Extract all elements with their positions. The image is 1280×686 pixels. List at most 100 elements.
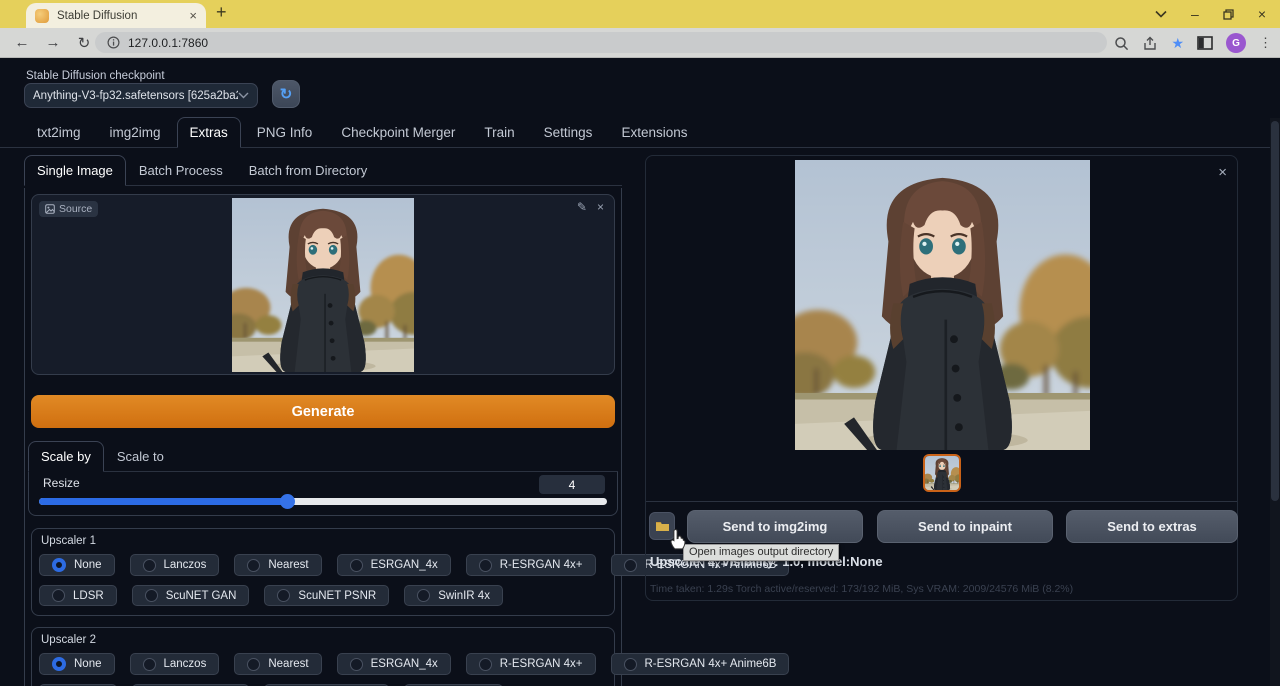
window-restore-icon[interactable] xyxy=(1223,9,1234,20)
scrollbar-thumb[interactable] xyxy=(1271,121,1279,501)
radio-icon xyxy=(143,559,156,572)
generate-button[interactable]: Generate xyxy=(31,395,615,428)
upscaler-option-resrgan-anime6b[interactable]: R-ESRGAN 4x+ Anime6B xyxy=(611,653,790,675)
gallery-close-icon[interactable]: × xyxy=(1218,164,1227,181)
upscaler-option-none[interactable]: None xyxy=(39,653,115,675)
tab-close-icon[interactable]: × xyxy=(189,8,197,23)
url-bar[interactable]: 127.0.0.1:7860 xyxy=(95,32,1107,53)
tab-scale-to[interactable]: Scale to xyxy=(104,441,177,472)
radio-icon xyxy=(143,658,156,671)
radio-icon xyxy=(350,559,363,572)
chip-label: ScuNET GAN xyxy=(166,590,237,602)
clear-image-icon[interactable]: × xyxy=(597,200,604,214)
side-panel-icon[interactable] xyxy=(1197,36,1213,50)
new-tab-button[interactable]: + xyxy=(216,2,227,23)
upscaler1-block: Upscaler 1 None Lanczos Nearest ESRGAN_4… xyxy=(31,528,615,616)
image-icon xyxy=(45,204,55,214)
checkpoint-select[interactable]: Anything-V3-fp32.safetensors [625a2ba2] xyxy=(24,83,258,108)
browser-titlebar: Stable Diffusion × + – × xyxy=(0,0,1280,28)
source-image xyxy=(232,198,414,372)
resize-number-input[interactable]: 4 xyxy=(539,475,605,494)
browser-menu-icon[interactable]: ⋮ xyxy=(1259,35,1272,51)
single-image-content: Source ✎ × Generate Scale by Scale to xyxy=(24,188,622,686)
tab-single-image[interactable]: Single Image xyxy=(24,155,126,186)
source-label: Source xyxy=(59,203,92,215)
share-icon[interactable] xyxy=(1142,36,1158,51)
upscaler-option-resrgan4x[interactable]: R-ESRGAN 4x+ xyxy=(466,653,596,675)
tab-batch-process[interactable]: Batch Process xyxy=(126,155,236,186)
browser-toolbar: ← → ↻ 127.0.0.1:7860 ★ G ⋮ xyxy=(0,28,1280,58)
tab-checkpoint-merger[interactable]: Checkpoint Merger xyxy=(328,117,468,148)
window-close-icon[interactable]: × xyxy=(1258,6,1266,22)
upscaler-option-ldsr[interactable]: LDSR xyxy=(39,585,117,606)
radio-icon xyxy=(479,658,492,671)
radio-icon xyxy=(145,589,158,602)
site-info-icon[interactable] xyxy=(107,36,120,49)
back-icon[interactable]: ← xyxy=(13,34,31,51)
refresh-checkpoint-button[interactable]: ↻ xyxy=(272,80,300,108)
upscaler-option-lanczos[interactable]: Lanczos xyxy=(130,653,220,675)
profile-avatar[interactable]: G xyxy=(1226,33,1246,53)
upscaler-option-scunet-gan[interactable]: ScuNET GAN xyxy=(132,585,250,606)
result-image[interactable] xyxy=(795,160,1090,450)
chip-label: Nearest xyxy=(268,658,308,670)
source-image-dropzone[interactable]: Source ✎ × xyxy=(31,194,615,375)
chip-label: R-ESRGAN 4x+ xyxy=(500,658,583,670)
resize-slider-handle[interactable] xyxy=(280,494,295,509)
gallery-thumbnail[interactable] xyxy=(923,454,961,492)
send-to-inpaint-button[interactable]: Send to inpaint xyxy=(877,510,1053,543)
mouse-cursor-icon xyxy=(667,528,687,552)
radio-icon xyxy=(247,658,260,671)
upscaler1-label: Upscaler 1 xyxy=(41,535,607,547)
button-label: Send to inpaint xyxy=(918,519,1012,534)
main-tabbar: txt2img img2img Extras PNG Info Checkpoi… xyxy=(0,117,1280,148)
tab-png-info[interactable]: PNG Info xyxy=(244,117,326,148)
thumbnail-image xyxy=(925,456,959,490)
window-minimize-icon[interactable]: – xyxy=(1191,6,1199,22)
scale-tabbar: Scale by Scale to xyxy=(28,441,618,472)
radio-selected-icon xyxy=(52,558,66,572)
upscaler-option-esrgan4x[interactable]: ESRGAN_4x xyxy=(337,653,451,675)
edit-image-icon[interactable]: ✎ xyxy=(577,200,587,214)
bookmark-star-icon[interactable]: ★ xyxy=(1171,35,1184,52)
forward-icon[interactable]: → xyxy=(44,34,62,51)
upscaler1-row1: None Lanczos Nearest ESRGAN_4x R-ESRGAN … xyxy=(39,554,607,576)
refresh-icon: ↻ xyxy=(280,85,293,103)
upscaler-option-scunet-psnr[interactable]: ScuNET PSNR xyxy=(264,585,389,606)
zoom-icon[interactable] xyxy=(1114,36,1129,51)
tab-train[interactable]: Train xyxy=(471,117,527,148)
tab-img2img[interactable]: img2img xyxy=(97,117,174,148)
tab-batch-from-directory[interactable]: Batch from Directory xyxy=(236,155,380,186)
upscaler-option-resrgan4x[interactable]: R-ESRGAN 4x+ xyxy=(466,554,596,576)
upscaler-option-swinir[interactable]: SwinIR 4x xyxy=(404,585,503,606)
upscaler-option-none[interactable]: None xyxy=(39,554,115,576)
resize-label: Resize xyxy=(43,476,80,490)
upscaler-option-nearest[interactable]: Nearest xyxy=(234,554,321,576)
chip-label: Lanczos xyxy=(164,559,207,571)
button-label: Send to img2img xyxy=(723,519,828,534)
chip-label: ScuNET PSNR xyxy=(298,590,376,602)
tab-txt2img[interactable]: txt2img xyxy=(24,117,94,148)
send-to-img2img-button[interactable]: Send to img2img xyxy=(687,510,863,543)
radio-icon xyxy=(479,559,492,572)
browser-tab[interactable]: Stable Diffusion × xyxy=(26,3,206,28)
resize-slider[interactable] xyxy=(39,498,607,505)
tab-scale-by[interactable]: Scale by xyxy=(28,441,104,472)
upscaler-option-lanczos[interactable]: Lanczos xyxy=(130,554,220,576)
window-chevron-icon[interactable] xyxy=(1155,10,1167,18)
radio-icon xyxy=(52,589,65,602)
upscaler-option-nearest[interactable]: Nearest xyxy=(234,653,321,675)
tab-extras[interactable]: Extras xyxy=(177,117,241,148)
send-to-extras-button[interactable]: Send to extras xyxy=(1066,510,1238,543)
chip-label: None xyxy=(74,658,102,670)
chip-label: None xyxy=(74,559,102,571)
screen: Stable Diffusion × + – × ← → ↻ 127.0.0.1… xyxy=(0,0,1280,686)
tab-extensions[interactable]: Extensions xyxy=(608,117,700,148)
tab-settings[interactable]: Settings xyxy=(531,117,606,148)
resize-slider-fill xyxy=(39,498,287,505)
upscaler-option-esrgan4x[interactable]: ESRGAN_4x xyxy=(337,554,451,576)
result-panel: × Send to img2img Send to inpaint Send t… xyxy=(645,155,1238,601)
page-scrollbar xyxy=(1270,118,1280,686)
upscaler1-row2: LDSR ScuNET GAN ScuNET PSNR SwinIR 4x xyxy=(39,585,607,606)
reload-icon[interactable]: ↻ xyxy=(75,34,93,52)
